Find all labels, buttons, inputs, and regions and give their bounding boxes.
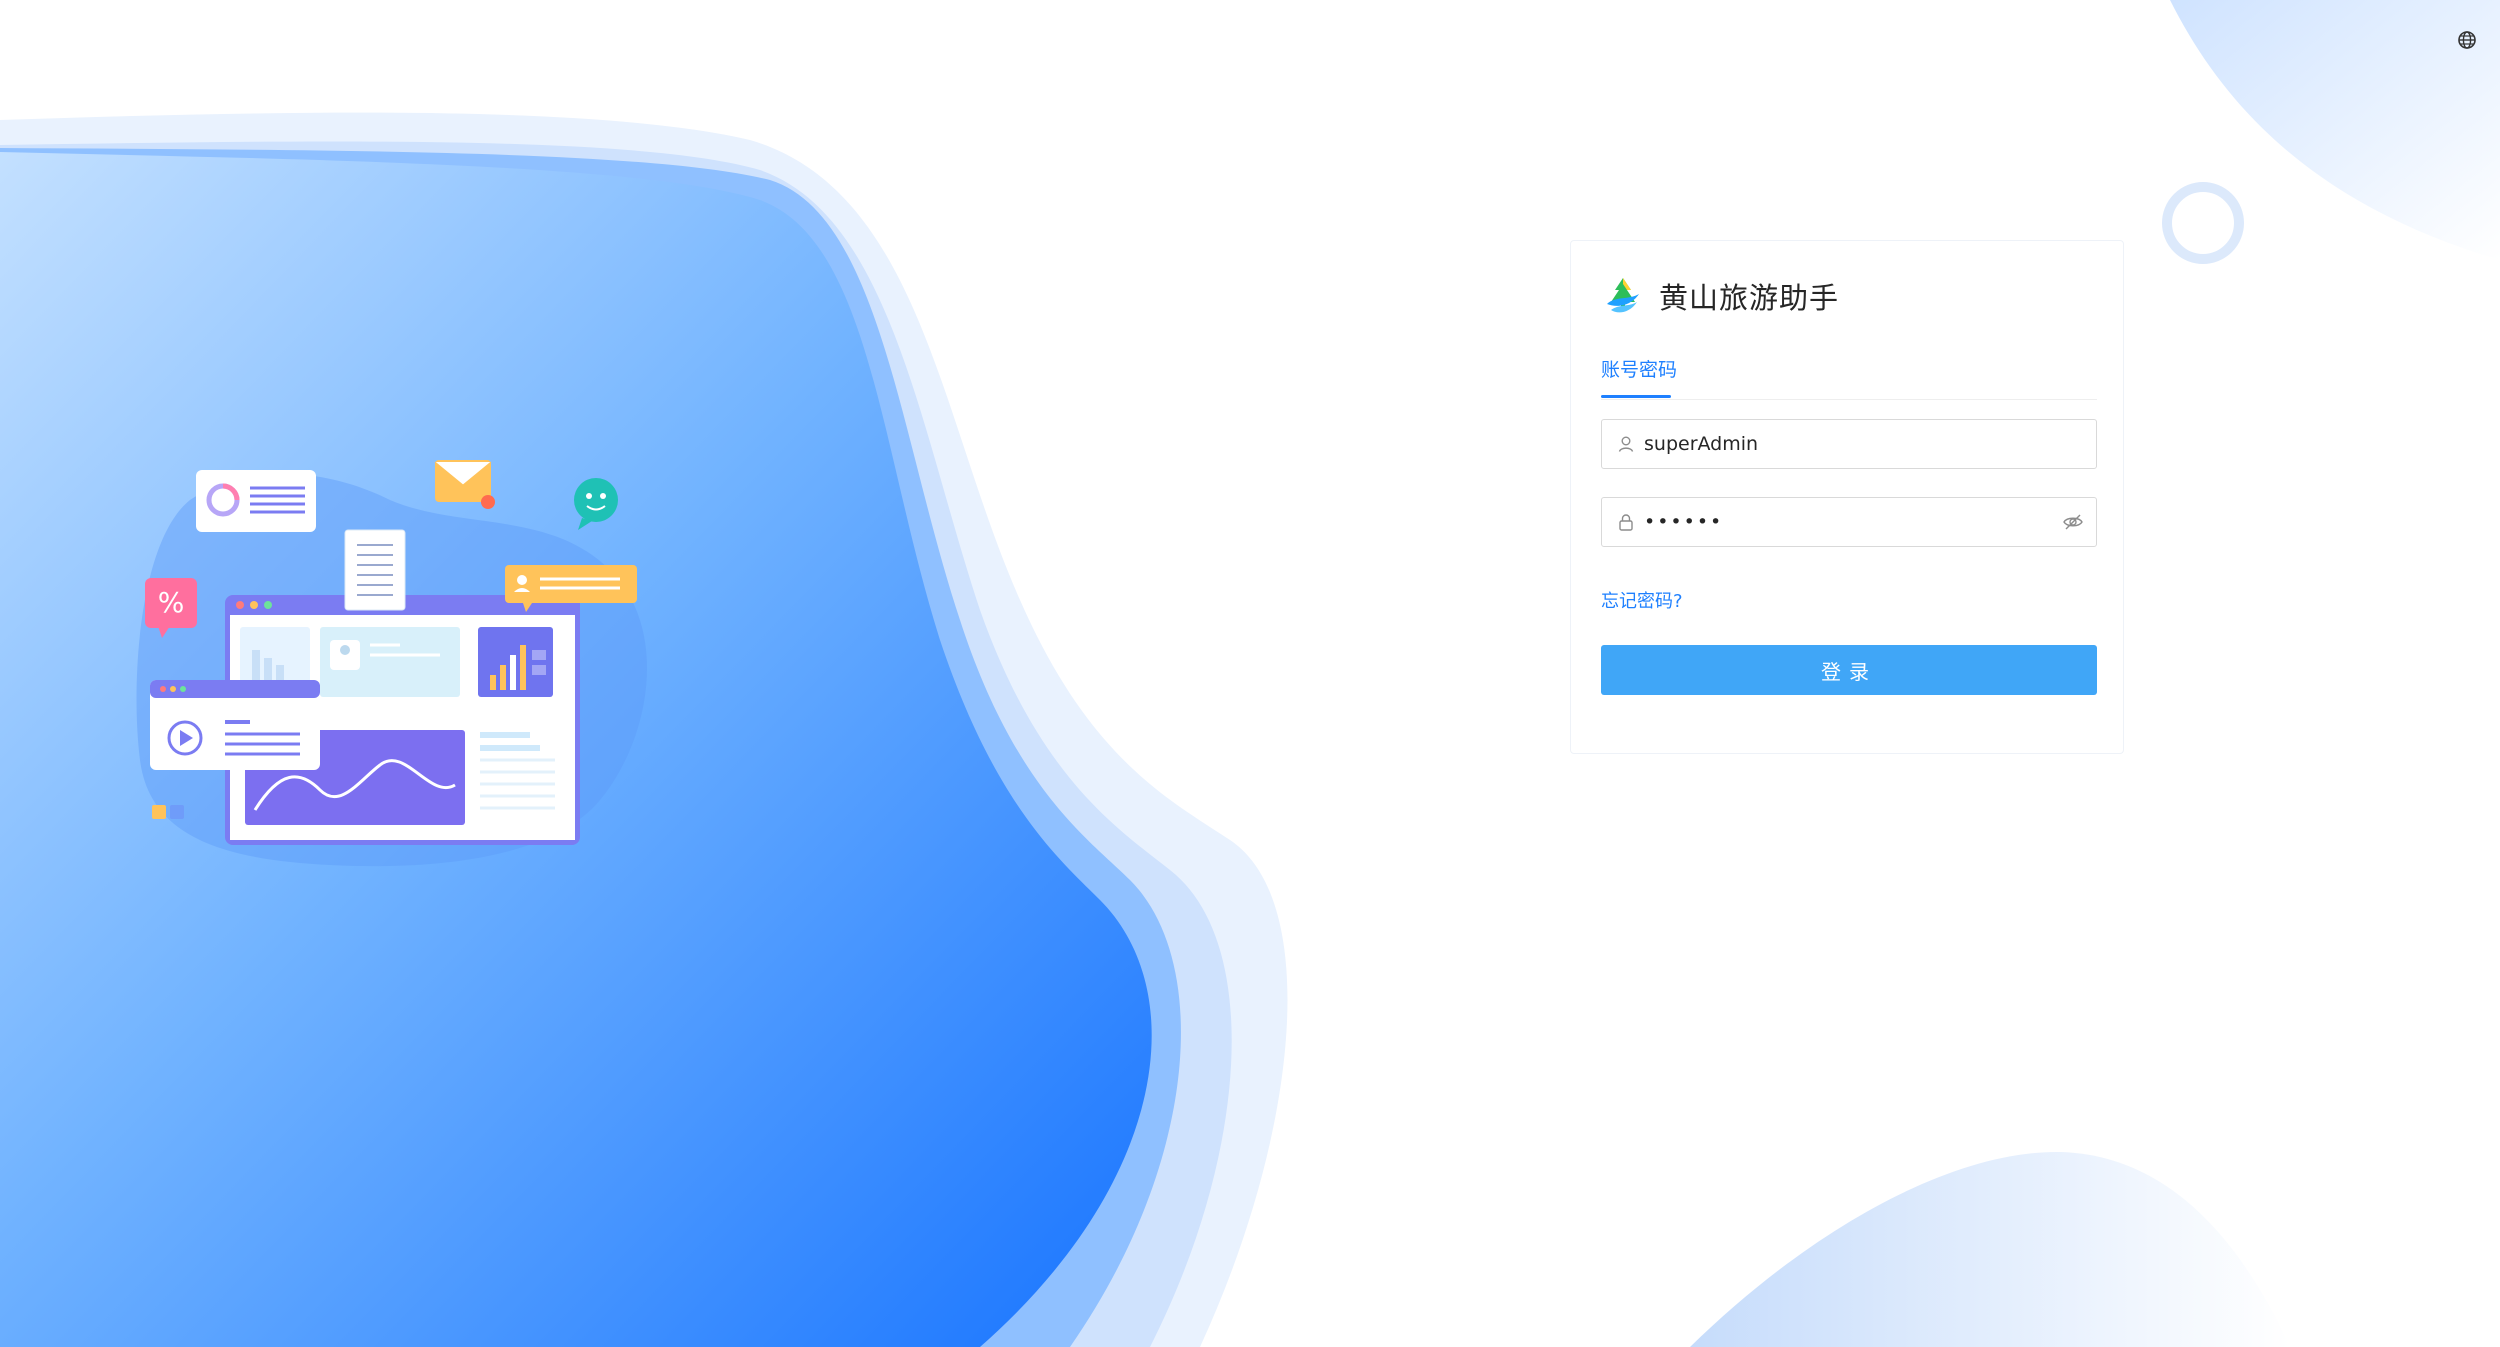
tab-account-password[interactable]: 账号密码 [1601, 355, 1677, 397]
username-field[interactable] [1601, 419, 2097, 469]
username-input[interactable] [1644, 424, 2096, 464]
password-field[interactable] [1601, 497, 2097, 547]
globe-icon[interactable] [2455, 28, 2479, 52]
brand: 黄山旅游助手 [1601, 271, 1839, 321]
app-title: 黄山旅游助手 [1659, 281, 1840, 315]
login-tabs: 账号密码 [1601, 355, 2097, 400]
mountain-logo-icon [1607, 278, 1639, 313]
svg-text:%: % [158, 586, 185, 619]
lock-icon [1619, 514, 1633, 531]
eye-slash-icon[interactable] [2062, 511, 2084, 533]
forgot-password-link[interactable]: 忘记密码? [1601, 587, 1683, 613]
dashboard-illustration: % [136, 460, 648, 867]
user-icon [1618, 436, 1634, 452]
active-tab-indicator [1601, 395, 1671, 398]
login-card: 黄山旅游助手 账号密码 忘记密码? 登录 [1570, 240, 2124, 754]
password-input[interactable] [1644, 502, 2062, 542]
login-button[interactable]: 登录 [1601, 645, 2097, 695]
login-page: % 黄山旅游助手 账号密码 superAdmin •••••• 忘记密码? 登录 [0, 0, 2500, 1347]
decorative-ring [2162, 182, 2244, 264]
